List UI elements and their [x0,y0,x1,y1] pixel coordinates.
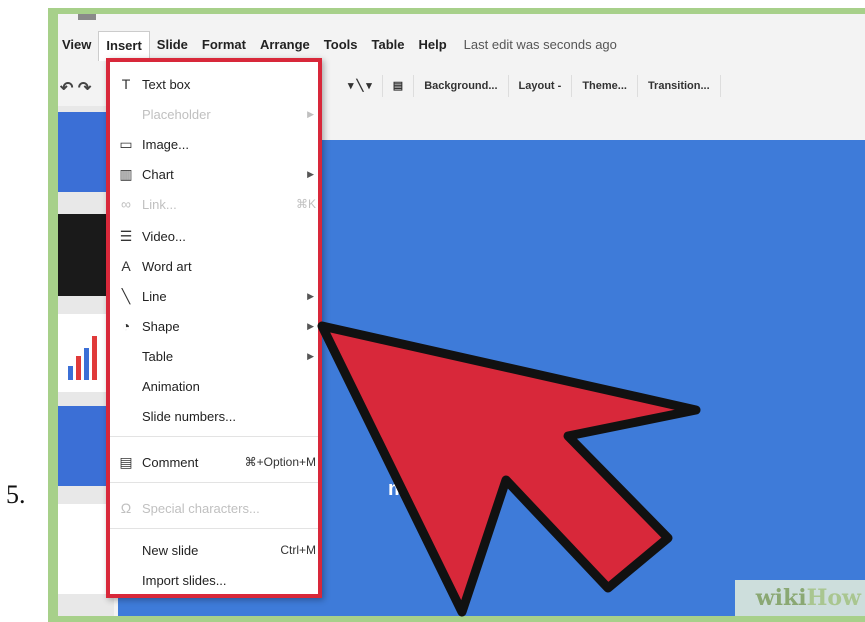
pointer-arrow-illustration [317,321,701,617]
red-arrow-icon [317,321,701,617]
